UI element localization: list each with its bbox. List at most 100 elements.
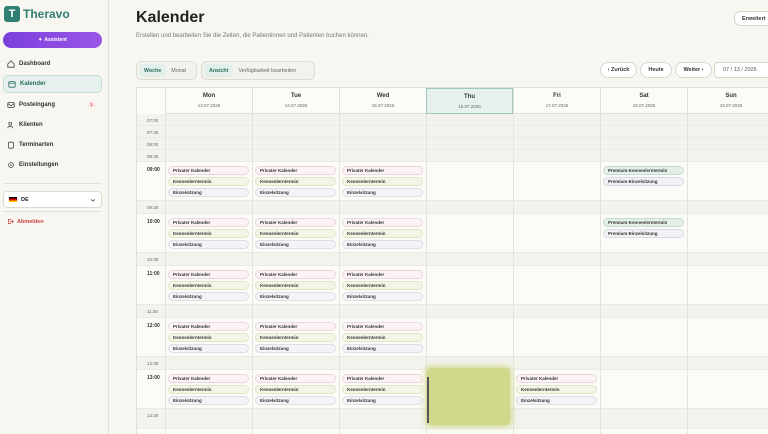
- mode-view-button[interactable]: Ansicht: [204, 64, 234, 77]
- extended-button[interactable]: Erweitert: [734, 11, 768, 26]
- sidebar-item-label: Klienten: [19, 121, 43, 128]
- new-event-drag-preview[interactable]: [427, 368, 510, 425]
- event-intro-appointment[interactable]: Kennenlerntermin: [168, 281, 249, 290]
- time-row: [137, 114, 768, 126]
- event-intro-appointment[interactable]: Kennenlerntermin: [255, 333, 336, 342]
- chevron-down-icon: [90, 199, 96, 202]
- sidebar-item-dashboard[interactable]: Dashboard: [3, 55, 102, 73]
- event-private-calendar[interactable]: Privater Kalender: [516, 374, 597, 383]
- gear-icon: [6, 161, 15, 170]
- sidebar-item-posteingang[interactable]: Posteingang 1: [3, 96, 102, 114]
- logout-button[interactable]: Abmelden: [7, 218, 44, 225]
- event-single-session[interactable]: Einzelsitzung: [168, 188, 249, 197]
- event-private-calendar[interactable]: Privater Kalender: [168, 322, 249, 331]
- event-private-calendar[interactable]: Privater Kalender: [168, 166, 249, 175]
- day-header-fri[interactable]: Fri 17.07.2026: [513, 88, 600, 114]
- day-header-sat[interactable]: Sat 18.07.2026: [600, 88, 687, 114]
- event-private-calendar[interactable]: Privater Kalender: [342, 166, 423, 175]
- page-title: Kalender: [136, 9, 205, 26]
- language-value: DE: [21, 196, 29, 203]
- prev-week-button[interactable]: ‹ Zurück: [600, 62, 637, 78]
- time-row: [137, 150, 768, 162]
- sidebar-item-klienten[interactable]: Klienten: [3, 116, 102, 134]
- event-private-calendar[interactable]: Privater Kalender: [168, 218, 249, 227]
- event-single-session[interactable]: Einzelsitzung: [342, 188, 423, 197]
- sidebar-item-terminarten[interactable]: Terminarten: [3, 136, 102, 154]
- day-header-thu[interactable]: Thu 16.07.2026: [426, 88, 513, 114]
- event-intro-appointment[interactable]: Kennenlerntermin: [168, 177, 249, 186]
- event-premium-single[interactable]: Premium-Einzelsitzung: [603, 229, 684, 238]
- event-intro-appointment[interactable]: Kennenlerntermin: [255, 385, 336, 394]
- event-single-session[interactable]: Einzelsitzung: [516, 396, 597, 405]
- sidebar-item-kalender[interactable]: Kalender: [3, 75, 102, 94]
- today-button[interactable]: Heute: [640, 62, 672, 78]
- day-name: Sat: [639, 93, 649, 99]
- event-intro-appointment[interactable]: Kennenlerntermin: [516, 385, 597, 394]
- date-input[interactable]: 07 / 13 / 2026: [714, 62, 768, 78]
- event-intro-appointment[interactable]: Kennenlerntermin: [255, 281, 336, 290]
- time-label: 07:00: [147, 118, 159, 123]
- event-private-calendar[interactable]: Privater Kalender: [342, 322, 423, 331]
- event-private-calendar[interactable]: Privater Kalender: [342, 218, 423, 227]
- event-premium-intro[interactable]: Premium-Kennenlerntermin: [603, 166, 684, 175]
- event-intro-appointment[interactable]: Kennenlerntermin: [342, 281, 423, 290]
- event-single-session[interactable]: Einzelsitzung: [255, 292, 336, 301]
- event-single-session[interactable]: Einzelsitzung: [255, 344, 336, 353]
- event-premium-single[interactable]: Premium-Einzelsitzung: [603, 177, 684, 186]
- event-intro-appointment[interactable]: Kennenlerntermin: [168, 333, 249, 342]
- brand[interactable]: T Theravo: [4, 6, 70, 22]
- event-intro-appointment[interactable]: Kennenlerntermin: [342, 385, 423, 394]
- mode-edit-availability-button[interactable]: Verfügbarkeit bearbeiten: [233, 64, 301, 77]
- event-single-session[interactable]: Einzelsitzung: [168, 292, 249, 301]
- day-header-mon[interactable]: Mon 13.07.2026: [165, 88, 252, 114]
- users-icon: [6, 120, 15, 129]
- view-month-button[interactable]: Monat: [166, 64, 191, 77]
- next-week-button[interactable]: Weiter ›: [675, 62, 712, 78]
- event-private-calendar[interactable]: Privater Kalender: [255, 218, 336, 227]
- event-private-calendar[interactable]: Privater Kalender: [342, 270, 423, 279]
- day-header-sun[interactable]: Sun 19.07.2026: [687, 88, 768, 114]
- event-single-session[interactable]: Einzelsitzung: [168, 240, 249, 249]
- event-intro-appointment[interactable]: Kennenlerntermin: [342, 333, 423, 342]
- event-private-calendar[interactable]: Privater Kalender: [342, 374, 423, 383]
- mode-switch: Ansicht Verfügbarkeit bearbeiten: [201, 61, 315, 80]
- event-intro-appointment[interactable]: Kennenlerntermin: [168, 385, 249, 394]
- event-intro-appointment[interactable]: Kennenlerntermin: [342, 177, 423, 186]
- event-single-session[interactable]: Einzelsitzung: [342, 344, 423, 353]
- event-intro-appointment[interactable]: Kennenlerntermin: [342, 229, 423, 238]
- event-private-calendar[interactable]: Privater Kalender: [255, 270, 336, 279]
- event-private-calendar[interactable]: Privater Kalender: [255, 166, 336, 175]
- event-single-session[interactable]: Einzelsitzung: [168, 396, 249, 405]
- view-week-button[interactable]: Woche: [139, 64, 167, 77]
- event-private-calendar[interactable]: Privater Kalender: [168, 374, 249, 383]
- day-date: 17.07.2026: [545, 103, 569, 108]
- language-select[interactable]: DE: [3, 191, 102, 208]
- day-name: Sun: [725, 93, 737, 99]
- event-private-calendar[interactable]: Privater Kalender: [255, 374, 336, 383]
- event-single-session[interactable]: Einzelsitzung: [255, 188, 336, 197]
- day-header-tue[interactable]: Tue 14.07.2026: [252, 88, 339, 114]
- time-label: 09:30: [147, 205, 159, 210]
- event-intro-appointment[interactable]: Kennenlerntermin: [168, 229, 249, 238]
- time-label: 11:00: [147, 271, 160, 277]
- event-premium-intro[interactable]: Premium-Kennenlerntermin: [603, 218, 684, 227]
- event-single-session[interactable]: Einzelsitzung: [342, 396, 423, 405]
- sidebar-item-label: Terminarten: [19, 142, 54, 149]
- day-date: 16.07.2026: [458, 104, 481, 109]
- assistant-button[interactable]: ✦ Assistent: [3, 32, 102, 48]
- event-private-calendar[interactable]: Privater Kalender: [168, 270, 249, 279]
- day-name: Tue: [290, 93, 302, 99]
- event-intro-appointment[interactable]: Kennenlerntermin: [255, 177, 336, 186]
- event-single-session[interactable]: Einzelsitzung: [342, 240, 423, 249]
- sidebar-item-einstellungen[interactable]: Einstellungen: [3, 156, 102, 174]
- event-single-session[interactable]: Einzelsitzung: [168, 344, 249, 353]
- event-single-session[interactable]: Einzelsitzung: [255, 240, 336, 249]
- event-private-calendar[interactable]: Privater Kalender: [255, 322, 336, 331]
- event-single-session[interactable]: Einzelsitzung: [342, 292, 423, 301]
- time-label: 13:30: [147, 413, 159, 418]
- event-intro-appointment[interactable]: Kennenlerntermin: [255, 229, 336, 238]
- day-header-wed[interactable]: Wed 15.07.2026: [339, 88, 426, 114]
- event-single-session[interactable]: Einzelsitzung: [255, 396, 336, 405]
- unread-badge: 1: [88, 100, 95, 108]
- day-column-divider: [687, 114, 688, 434]
